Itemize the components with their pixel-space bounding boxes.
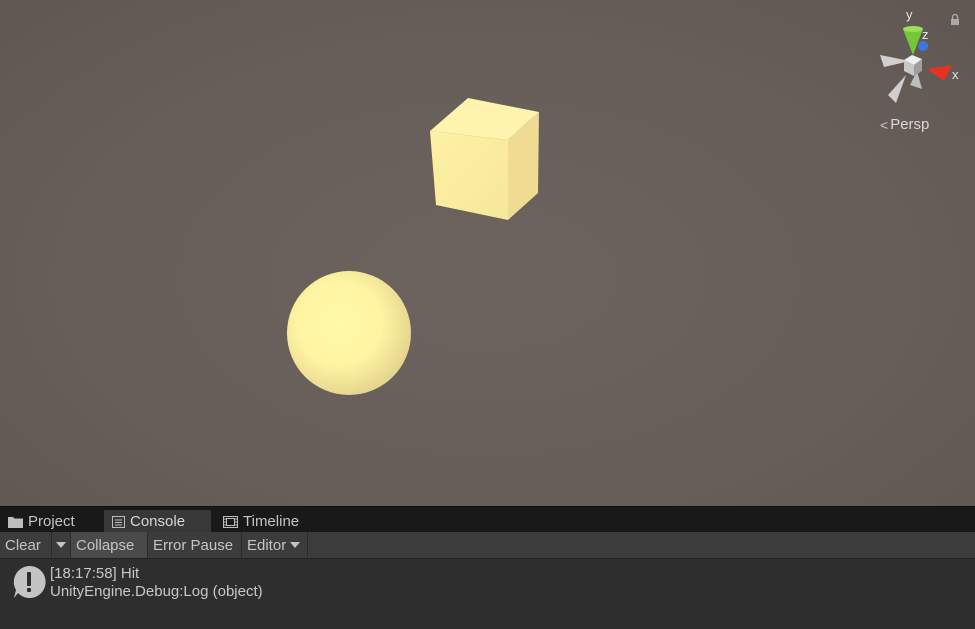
tab-timeline[interactable]: Timeline: [215, 510, 315, 533]
log-entry-stacktrace: UnityEngine.Debug:Log (object): [50, 583, 263, 600]
log-entry[interactable]: [18:17:58] Hit UnityEngine.Debug:Log (ob…: [0, 562, 975, 602]
perspective-label: Persp: [890, 116, 930, 133]
gizmo-z-label: z: [922, 27, 929, 42]
info-icon: [13, 565, 46, 598]
clear-button-label: Clear: [5, 536, 41, 554]
console-toolbar: Clear Collapse Error Pause Editor: [0, 532, 975, 559]
scene-view[interactable]: y z x < Persp: [0, 0, 975, 506]
sphere-object[interactable]: [287, 271, 411, 395]
clear-options-dropdown[interactable]: [52, 532, 71, 558]
perspective-toggle[interactable]: < Persp: [880, 116, 929, 133]
bottom-panel-tabs: Project Console Timeline: [0, 506, 975, 533]
film-icon: [223, 515, 238, 528]
clear-button[interactable]: Clear: [0, 532, 52, 558]
editor-dropdown-label: Editor: [247, 536, 287, 554]
collapse-toggle-label: Collapse: [76, 536, 135, 554]
collapse-toggle[interactable]: Collapse: [71, 532, 148, 558]
tab-project[interactable]: Project: [0, 510, 102, 533]
gizmo-x-cone[interactable]: [927, 65, 952, 81]
console-log-list: [18:17:58] Hit UnityEngine.Debug:Log (ob…: [0, 559, 975, 629]
tab-timeline-label: Timeline: [243, 513, 300, 530]
tab-project-label: Project: [28, 513, 75, 530]
editor-dropdown[interactable]: Editor: [242, 532, 308, 558]
lock-icon[interactable]: [950, 14, 960, 26]
console-icon: [112, 515, 125, 528]
scene-canvas: [287, 98, 539, 395]
gizmo-z-cone[interactable]: [918, 41, 928, 51]
gizmo-x-label: x: [952, 67, 959, 82]
cube-object[interactable]: [430, 98, 539, 220]
perspective-chevron-icon: <: [880, 116, 889, 133]
log-entry-message: [18:17:58] Hit: [50, 565, 140, 582]
chevron-down-icon: [56, 542, 66, 548]
tab-console-label: Console: [130, 513, 186, 530]
gizmo-y-label: y: [906, 7, 913, 22]
gizmo-neg-y-cone[interactable]: [888, 75, 906, 103]
folder-icon: [8, 516, 23, 528]
error-pause-label: Error Pause: [153, 536, 234, 554]
tab-console[interactable]: Console: [104, 510, 211, 533]
error-pause-toggle[interactable]: Error Pause: [148, 532, 242, 558]
chevron-down-icon: [290, 542, 301, 548]
